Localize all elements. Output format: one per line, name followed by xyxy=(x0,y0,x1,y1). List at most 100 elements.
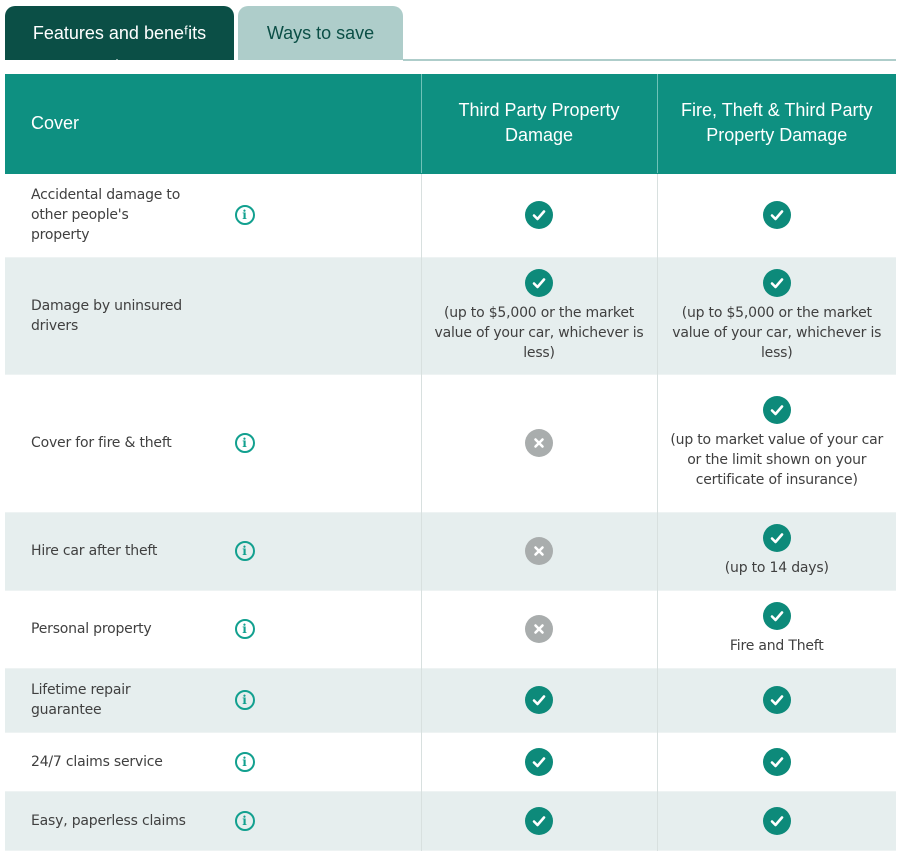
tab-ways-to-save[interactable]: Ways to save xyxy=(238,6,403,60)
table-row: Hire car after theft i (up to 14 days) xyxy=(5,512,896,590)
feature-cell: Easy, paperless claims i xyxy=(5,791,422,850)
cover-note: (up to $5,000 or the market value of you… xyxy=(672,304,882,361)
cover-status xyxy=(422,747,657,776)
check-circle-icon xyxy=(525,268,553,297)
cover-status: (up to market value of your car or the l… xyxy=(658,396,897,490)
tab-label: Features and beneᶠits xyxy=(32,22,207,43)
cell-ftppd: (up to market value of your car or the l… xyxy=(657,374,896,512)
cell-ftppd: (up to 14 days) xyxy=(657,512,896,590)
table-row: Accidental damage to other people's prop… xyxy=(5,173,896,257)
feature: Hire car after theft i xyxy=(5,541,421,561)
info-circle-icon[interactable]: i xyxy=(234,541,255,561)
page: Features and beneᶠits Ways to save Cover… xyxy=(0,0,900,855)
active-tab-pointer xyxy=(108,59,126,68)
check-circle-icon xyxy=(762,747,791,776)
cell-ftppd: Fire and Theft xyxy=(657,590,896,668)
feature-label: Accidental damage to other people's prop… xyxy=(31,187,181,243)
feature-label: Damage by uninsured drivers xyxy=(31,297,182,334)
cover-status: (up to 14 days) xyxy=(658,524,897,578)
cover-status: (up to $5,000 or the market value of you… xyxy=(658,268,897,363)
tab-bar: Features and beneᶠits Ways to save xyxy=(5,6,896,68)
cover-status xyxy=(658,806,897,835)
cross-circle-icon xyxy=(525,429,553,457)
feature-cell: Damage by uninsured drivers xyxy=(5,257,422,374)
header-cover: Cover xyxy=(5,74,422,174)
cell-tppd: (up to $5,000 or the market value of you… xyxy=(421,257,658,374)
cover-status xyxy=(658,201,897,229)
tab-divider xyxy=(403,59,896,61)
check-circle-icon xyxy=(762,268,791,297)
cover-comparison-table: Cover Third Party Property Damage Fire, … xyxy=(5,74,896,851)
cover-status xyxy=(422,615,657,643)
check-circle-icon xyxy=(762,201,791,229)
cell-tppd xyxy=(421,512,658,590)
info-circle-icon[interactable]: i xyxy=(234,205,255,225)
check-circle-icon xyxy=(525,201,553,229)
cross-circle-icon xyxy=(525,537,553,565)
check-circle-icon xyxy=(525,806,553,835)
feature-cell: Cover for fire & theft i xyxy=(5,374,422,512)
feature-label: Personal property xyxy=(31,621,152,637)
check-circle-icon xyxy=(525,747,553,776)
check-circle-icon xyxy=(762,524,791,552)
table-header-row: Cover Third Party Property Damage Fire, … xyxy=(5,74,896,174)
tab-features-and-benefits[interactable]: Features and beneᶠits xyxy=(5,6,234,68)
cover-status: (up to $5,000 or the market value of you… xyxy=(422,268,657,363)
feature: 24/7 claims service i xyxy=(5,751,421,772)
feature-cell: Personal property i xyxy=(5,590,422,668)
info-circle-icon[interactable]: i xyxy=(234,619,255,639)
cell-ftppd xyxy=(657,732,896,791)
cell-ftppd xyxy=(657,668,896,732)
cover-status xyxy=(422,537,657,565)
feature-cell: Hire car after theft i xyxy=(5,512,422,590)
cell-tppd xyxy=(421,173,658,257)
feature: Cover for fire & theft i xyxy=(5,433,421,453)
cover-status xyxy=(658,686,897,714)
cover-note: (up to 14 days) xyxy=(724,560,829,576)
table-row: Personal property i Fire and Theft xyxy=(5,590,896,668)
cell-tppd xyxy=(421,374,658,512)
check-circle-icon xyxy=(525,686,553,714)
feature-label: Easy, paperless claims xyxy=(31,812,186,829)
feature-label: Hire car after theft xyxy=(31,543,158,559)
info-circle-icon[interactable]: i xyxy=(234,690,255,710)
feature: Personal property i xyxy=(5,619,421,639)
feature-cell: Accidental damage to other people's prop… xyxy=(5,173,422,257)
feature-cell: 24/7 claims service i xyxy=(5,732,422,791)
tab-label: Ways to save xyxy=(266,22,375,43)
header-plan-ftppd: Fire, Theft & Third Party Property Damag… xyxy=(657,74,896,174)
check-circle-icon xyxy=(762,396,791,424)
cover-status xyxy=(422,686,657,714)
feature-cell: Lifetime repair guarantee i xyxy=(5,668,422,732)
table-row: Damage by uninsured drivers (up to $5,000… xyxy=(5,257,896,374)
cover-status xyxy=(422,806,657,835)
check-circle-icon xyxy=(762,602,791,630)
cell-tppd xyxy=(421,791,658,850)
cover-note: (up to market value of your car or the l… xyxy=(670,432,884,488)
cover-status: Fire and Theft xyxy=(658,602,897,656)
table-row: 24/7 claims service i xyxy=(5,732,896,791)
feature: Damage by uninsured drivers xyxy=(5,296,421,336)
cover-note: (up to $5,000 or the market value of you… xyxy=(434,304,644,361)
info-circle-icon[interactable]: i xyxy=(234,433,255,453)
cover-status xyxy=(422,429,657,457)
cell-ftppd xyxy=(657,791,896,850)
feature: Accidental damage to other people's prop… xyxy=(5,185,421,245)
feature-label: 24/7 claims service xyxy=(31,753,163,770)
cell-tppd xyxy=(421,732,658,791)
info-circle-icon[interactable]: i xyxy=(234,810,255,831)
cell-tppd xyxy=(421,668,658,732)
table-row: Lifetime repair guarantee i xyxy=(5,668,896,732)
feature-label: Lifetime repair guarantee xyxy=(31,682,131,718)
table-row: Cover for fire & theft i (up to market val… xyxy=(5,374,896,512)
table-row: Easy, paperless claims i xyxy=(5,791,896,850)
info-circle-icon[interactable]: i xyxy=(234,751,255,772)
cross-circle-icon xyxy=(525,615,553,643)
cell-ftppd: (up to $5,000 or the market value of you… xyxy=(657,257,896,374)
header-plan-tppd: Third Party Property Damage xyxy=(421,74,658,174)
check-circle-icon xyxy=(762,686,791,714)
cell-ftppd xyxy=(657,173,896,257)
cover-status xyxy=(658,747,897,776)
feature: Easy, paperless claims i xyxy=(5,810,421,831)
cover-note: Fire and Theft xyxy=(729,638,824,654)
